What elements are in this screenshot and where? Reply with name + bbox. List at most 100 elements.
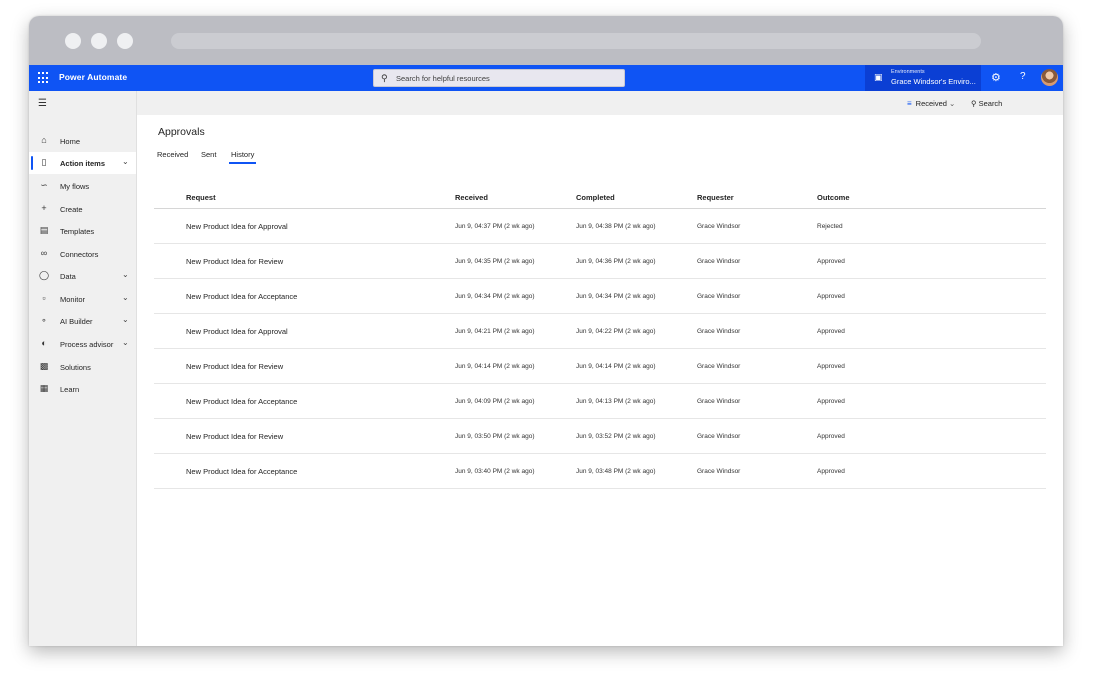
sidebar-item-label: Learn — [60, 385, 80, 394]
cell-completed: Jun 9, 04:22 PM (2 wk ago) — [576, 328, 656, 335]
list-search-button[interactable]: ⚲ Search — [971, 99, 1002, 108]
command-bar: ≡ Received ⌄ ⚲ Search — [137, 91, 1063, 115]
sidebar-item-ai-builder[interactable]: ∘ AI Builder ⌄ — [29, 310, 136, 332]
table-row[interactable]: New Product Idea for Acceptance Jun 9, 0… — [154, 454, 1046, 489]
cell-received: Jun 9, 03:40 PM (2 wk ago) — [455, 468, 535, 475]
cell-outcome: Approved — [817, 363, 845, 370]
sidebar-item-create[interactable]: + Create — [29, 198, 136, 220]
filter-icon: ≡ — [907, 99, 912, 108]
app-header: Power Automate ⚲ Search for helpful reso… — [29, 65, 1063, 91]
table-row[interactable]: New Product Idea for Approval Jun 9, 04:… — [154, 314, 1046, 349]
sidebar-item-label: Action items — [60, 159, 106, 168]
cell-request: New Product Idea for Review — [186, 257, 284, 266]
table-row[interactable]: New Product Idea for Review Jun 9, 04:14… — [154, 349, 1046, 384]
sidebar-item-action-items[interactable]: ▯ Action items ⌄ — [29, 152, 136, 174]
sidebar-item-label: AI Builder — [60, 317, 93, 326]
cell-completed: Jun 9, 03:48 PM (2 wk ago) — [576, 468, 656, 475]
templates-icon: ▤ — [39, 225, 49, 235]
chevron-down-icon[interactable]: ⌄ — [122, 157, 129, 166]
settings-gear-icon[interactable]: ⚙ — [991, 71, 1001, 84]
cell-requester: Grace Windsor — [697, 293, 741, 300]
sidebar-item-my-flows[interactable]: ∽ My flows — [29, 175, 136, 197]
sidebar-item-process-advisor[interactable]: ◐ Process advisor ⌄ — [29, 333, 136, 355]
cell-completed: Jun 9, 04:13 PM (2 wk ago) — [576, 398, 656, 405]
sidebar-item-data[interactable]: ◯ Data ⌄ — [29, 265, 136, 287]
tab-history[interactable]: History — [228, 150, 257, 164]
cell-request: New Product Idea for Acceptance — [186, 467, 298, 476]
cell-outcome: Approved — [817, 398, 845, 405]
cell-request: New Product Idea for Approval — [186, 327, 288, 336]
table-row[interactable]: New Product Idea for Review Jun 9, 04:35… — [154, 244, 1046, 279]
chevron-down-icon[interactable]: ⌄ — [122, 338, 129, 347]
cell-completed: Jun 9, 03:52 PM (2 wk ago) — [576, 433, 656, 440]
search-icon: ⚲ — [381, 73, 388, 83]
sidebar-item-learn[interactable]: ▦ Learn — [29, 378, 136, 400]
list-search-label: Search — [978, 99, 1003, 108]
environment-label: Environments — [891, 69, 925, 75]
cell-completed: Jun 9, 04:14 PM (2 wk ago) — [576, 363, 656, 370]
window-close-dot[interactable] — [65, 33, 81, 49]
sidebar-item-solutions[interactable]: ▩ Solutions — [29, 356, 136, 378]
sidebar-item-label: Connectors — [60, 250, 99, 259]
cell-completed: Jun 9, 04:38 PM (2 wk ago) — [576, 223, 656, 230]
ai-builder-icon: ∘ — [41, 315, 47, 325]
cell-outcome: Approved — [817, 258, 845, 265]
help-icon[interactable]: ? — [1020, 71, 1026, 82]
sidebar-item-label: Monitor — [60, 295, 86, 304]
database-icon: ◯ — [38, 270, 50, 280]
tab-received[interactable]: Received — [157, 150, 188, 159]
cell-outcome: Approved — [817, 433, 845, 440]
column-header-request[interactable]: Request — [186, 193, 216, 202]
left-navigation: ☰ ⌂ Home ▯ Action items ⌄ ∽ My flows + C… — [29, 91, 137, 646]
chevron-down-icon[interactable]: ⌄ — [122, 270, 129, 279]
cell-request: New Product Idea for Approval — [186, 222, 288, 231]
monitor-icon: ▫ — [42, 293, 46, 303]
table-row[interactable]: New Product Idea for Acceptance Jun 9, 0… — [154, 279, 1046, 314]
solutions-icon: ▩ — [39, 361, 49, 371]
sidebar-item-monitor[interactable]: ▫ Monitor ⌄ — [29, 288, 136, 310]
hamburger-menu-icon[interactable]: ☰ — [38, 98, 47, 109]
table-header: Request Received Completed Requester Out… — [154, 186, 1046, 209]
global-search-input[interactable]: ⚲ Search for helpful resources — [373, 69, 625, 87]
user-avatar[interactable] — [1041, 69, 1058, 86]
sidebar-item-label: Home — [60, 137, 81, 146]
cell-outcome: Approved — [817, 468, 845, 475]
tab-sent[interactable]: Sent — [201, 150, 216, 159]
cell-request: New Product Idea for Acceptance — [186, 292, 298, 301]
environment-picker[interactable]: ▣ Environments Grace Windsor's Enviro... — [865, 65, 981, 91]
cell-received: Jun 9, 04:21 PM (2 wk ago) — [455, 328, 535, 335]
cell-request: New Product Idea for Review — [186, 362, 284, 371]
cell-received: Jun 9, 04:14 PM (2 wk ago) — [455, 363, 535, 370]
cell-outcome: Approved — [817, 328, 845, 335]
global-search-placeholder: Search for helpful resources — [396, 74, 490, 83]
cell-requester: Grace Windsor — [697, 398, 741, 405]
app-launcher-icon[interactable] — [38, 72, 50, 84]
cell-received: Jun 9, 04:09 PM (2 wk ago) — [455, 398, 535, 405]
chevron-down-icon[interactable]: ⌄ — [122, 293, 129, 302]
sidebar-item-label: Process advisor — [60, 340, 114, 349]
received-filter-dropdown[interactable]: ≡ Received ⌄ — [907, 99, 955, 108]
sidebar-item-connectors[interactable]: ∞ Connectors — [29, 243, 136, 265]
home-icon: ⌂ — [41, 135, 47, 145]
table-row[interactable]: New Product Idea for Acceptance Jun 9, 0… — [154, 384, 1046, 419]
browser-chrome — [29, 16, 1063, 65]
cell-completed: Jun 9, 04:34 PM (2 wk ago) — [576, 293, 656, 300]
search-icon: ⚲ — [971, 99, 977, 108]
window-maximize-dot[interactable] — [117, 33, 133, 49]
table-row[interactable]: New Product Idea for Approval Jun 9, 04:… — [154, 209, 1046, 244]
sidebar-item-home[interactable]: ⌂ Home — [29, 130, 136, 152]
column-header-received[interactable]: Received — [455, 193, 488, 202]
table-row[interactable]: New Product Idea for Review Jun 9, 03:50… — [154, 419, 1046, 454]
window-minimize-dot[interactable] — [91, 33, 107, 49]
cell-request: New Product Idea for Acceptance — [186, 397, 298, 406]
column-header-outcome[interactable]: Outcome — [817, 193, 850, 202]
process-advisor-icon: ◐ — [41, 338, 47, 348]
sidebar-item-label: Create — [60, 205, 83, 214]
app-name[interactable]: Power Automate — [59, 72, 127, 82]
chevron-down-icon[interactable]: ⌄ — [122, 315, 129, 324]
column-header-requester[interactable]: Requester — [697, 193, 734, 202]
environment-icon: ▣ — [874, 72, 883, 82]
address-bar[interactable] — [171, 33, 981, 49]
sidebar-item-templates[interactable]: ▤ Templates — [29, 220, 136, 242]
column-header-completed[interactable]: Completed — [576, 193, 615, 202]
